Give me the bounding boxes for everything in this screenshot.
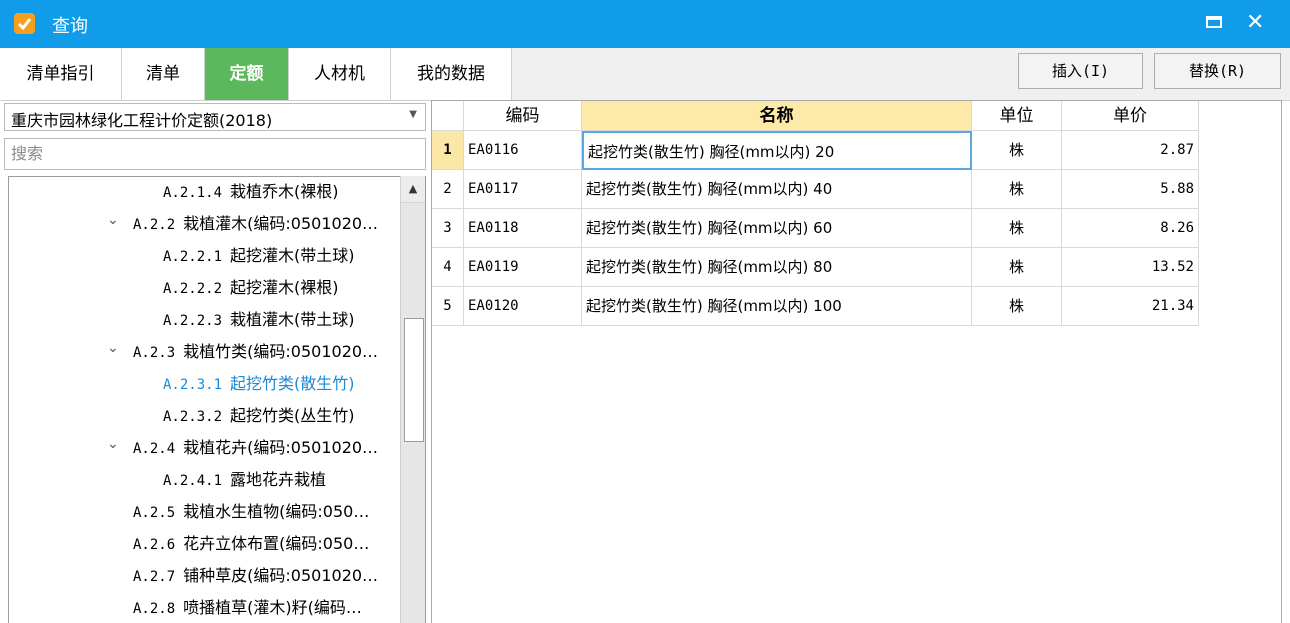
tree-item-label: 铺种草皮(编码:0501020…	[183, 566, 379, 585]
maximize-icon[interactable]	[1206, 16, 1222, 28]
quota-grid: 编码 名称 单位 单价 1 EA0116 起挖竹类(散生竹) 胸径(mm以内) 20 株 2.8…	[431, 100, 1282, 623]
tree-item[interactable]: A.2.2.2 起挖灌木(裸根)	[163, 273, 339, 303]
column-header-price[interactable]: 单价	[1062, 101, 1199, 131]
cell-name[interactable]: 起挖竹类(散生竹) 胸径(mm以内) 60	[582, 209, 972, 248]
column-header-code[interactable]: 编码	[464, 101, 582, 131]
chevron-down-icon[interactable]: ⌄	[107, 429, 119, 459]
tree-item-code: A.2.2.3	[163, 313, 223, 329]
tree-item-code: A.2.2	[133, 217, 176, 233]
row-number: 2	[432, 170, 464, 209]
tree-item-code: A.2.2.2	[163, 281, 223, 297]
tree-item-label: 露地花卉栽植	[230, 470, 327, 489]
tree-item-label: 栽植灌木(编码:0501020…	[183, 214, 379, 233]
chevron-down-icon: ▼	[409, 109, 417, 120]
search-input[interactable]: 搜索	[4, 138, 426, 170]
window-title: 查询	[52, 16, 88, 37]
cell-price[interactable]: 2.87	[1062, 131, 1199, 170]
quota-library-select[interactable]: 重庆市园林绿化工程计价定额(2018) ▼	[4, 103, 426, 131]
tree-item-code: A.2.4.1	[163, 473, 223, 489]
tree-item[interactable]: ⌄ A.2.2 栽植灌木(编码:0501020…	[107, 209, 379, 239]
tree-item-code: A.2.3.2	[163, 409, 223, 425]
tree-item-code: A.2.6	[133, 537, 176, 553]
tree-item-label: 栽植竹类(编码:0501020…	[183, 342, 379, 361]
tree-item-label: 栽植乔木(裸根)	[230, 182, 339, 201]
cell-price[interactable]: 21.34	[1062, 287, 1199, 326]
tree-scrollbar[interactable]: ▲	[400, 176, 425, 623]
scroll-thumb[interactable]	[404, 318, 424, 442]
cell-code[interactable]: EA0117	[464, 170, 582, 209]
tree-item-label: 栽植灌木(带土球)	[230, 310, 355, 329]
tree-item-code: A.2.2.1	[163, 249, 223, 265]
cell-name[interactable]: 起挖竹类(散生竹) 胸径(mm以内) 40	[582, 170, 972, 209]
cell-price[interactable]: 8.26	[1062, 209, 1199, 248]
tree-item[interactable]: A.2.2.1 起挖灌木(带土球)	[163, 241, 355, 271]
tree-item-label: 起挖灌木(裸根)	[230, 278, 339, 297]
row-number: 4	[432, 248, 464, 287]
tab-bill[interactable]: 清单	[122, 48, 205, 100]
grid-corner-header	[432, 101, 464, 131]
tree-item[interactable]: A.2.6 花卉立体布置(编码:050…	[133, 529, 369, 559]
tree-item-label: 起挖竹类(丛生竹)	[230, 406, 355, 425]
cell-unit[interactable]: 株	[972, 131, 1062, 170]
cell-code[interactable]: EA0119	[464, 248, 582, 287]
scroll-up-arrow-icon[interactable]: ▲	[401, 176, 425, 203]
tree-item[interactable]: A.2.3.2 起挖竹类(丛生竹)	[163, 401, 355, 431]
tree-item[interactable]: ⌄ A.2.3 栽植竹类(编码:0501020…	[107, 337, 379, 367]
quota-library-value: 重庆市园林绿化工程计价定额(2018)	[11, 111, 273, 130]
replace-button[interactable]: 替换(R)	[1154, 53, 1281, 89]
tab-quota[interactable]: 定额	[205, 48, 289, 100]
tree-item-code: A.2.8	[133, 601, 176, 617]
cell-name[interactable]: 起挖竹类(散生竹) 胸径(mm以内) 80	[582, 248, 972, 287]
tree-item[interactable]: A.2.4.1 露地花卉栽植	[163, 465, 326, 495]
quota-tree: A.2.1.4 栽植乔木(裸根) ⌄ A.2.2 栽植灌木(编码:0501020… A.2…	[8, 176, 426, 623]
tree-item-label: 起挖竹类(散生竹)	[230, 374, 355, 393]
cell-unit[interactable]: 株	[972, 170, 1062, 209]
tree-item-label: 栽植水生植物(编码:050…	[183, 502, 370, 521]
cell-code[interactable]: EA0116	[464, 131, 582, 170]
tab-bar: 清单指引 清单 定额 人材机 我的数据 插入(I) 替换(R)	[0, 48, 1290, 101]
tree-item-label: 喷播植草(灌木)籽(编码…	[183, 598, 362, 617]
insert-button[interactable]: 插入(I)	[1018, 53, 1143, 89]
cell-price[interactable]: 13.52	[1062, 248, 1199, 287]
column-header-name[interactable]: 名称	[582, 101, 972, 131]
tab-my-data[interactable]: 我的数据	[391, 48, 512, 100]
close-icon[interactable]: ✕	[1246, 9, 1264, 37]
row-number: 3	[432, 209, 464, 248]
tree-item-code: A.2.7	[133, 569, 176, 585]
tree-item[interactable]: A.2.3.1 起挖竹类(散生竹)	[163, 369, 355, 399]
cell-code[interactable]: EA0120	[464, 287, 582, 326]
title-bar: 查询 ✕	[0, 0, 1290, 48]
tree-item-code: A.2.4	[133, 441, 176, 457]
cell-price[interactable]: 5.88	[1062, 170, 1199, 209]
column-header-unit[interactable]: 单位	[972, 101, 1062, 131]
cell-name[interactable]: 起挖竹类(散生竹) 胸径(mm以内) 20	[582, 131, 972, 170]
tab-bill-guide[interactable]: 清单指引	[0, 48, 122, 100]
cell-unit[interactable]: 株	[972, 287, 1062, 326]
app-logo-icon	[14, 13, 35, 34]
row-number: 1	[432, 131, 464, 170]
tree-item-label: 栽植花卉(编码:0501020…	[183, 438, 379, 457]
cell-code[interactable]: EA0118	[464, 209, 582, 248]
tree-item[interactable]: A.2.2.3 栽植灌木(带土球)	[163, 305, 355, 335]
chevron-down-icon[interactable]: ⌄	[107, 205, 119, 235]
row-number: 5	[432, 287, 464, 326]
tree-item-code: A.2.3	[133, 345, 176, 361]
tree-item-code: A.2.5	[133, 505, 176, 521]
chevron-down-icon[interactable]: ⌄	[107, 333, 119, 363]
cell-name[interactable]: 起挖竹类(散生竹) 胸径(mm以内) 100	[582, 287, 972, 326]
tree-item-label: 花卉立体布置(编码:050…	[183, 534, 370, 553]
tree-item-label: 起挖灌木(带土球)	[230, 246, 355, 265]
tree-item[interactable]: ⌄ A.2.4 栽植花卉(编码:0501020…	[107, 433, 379, 463]
tree-item-code: A.2.3.1	[163, 377, 223, 393]
tab-labor-material-machine[interactable]: 人材机	[289, 48, 391, 100]
tree-item-code: A.2.1.4	[163, 185, 223, 201]
cell-unit[interactable]: 株	[972, 248, 1062, 287]
tree-item[interactable]: A.2.7 铺种草皮(编码:0501020…	[133, 561, 378, 591]
tree-item[interactable]: A.2.8 喷播植草(灌木)籽(编码…	[133, 593, 362, 623]
tree-item[interactable]: A.2.5 栽植水生植物(编码:050…	[133, 497, 369, 527]
cell-unit[interactable]: 株	[972, 209, 1062, 248]
tree-item[interactable]: A.2.1.4 栽植乔木(裸根)	[163, 177, 339, 207]
